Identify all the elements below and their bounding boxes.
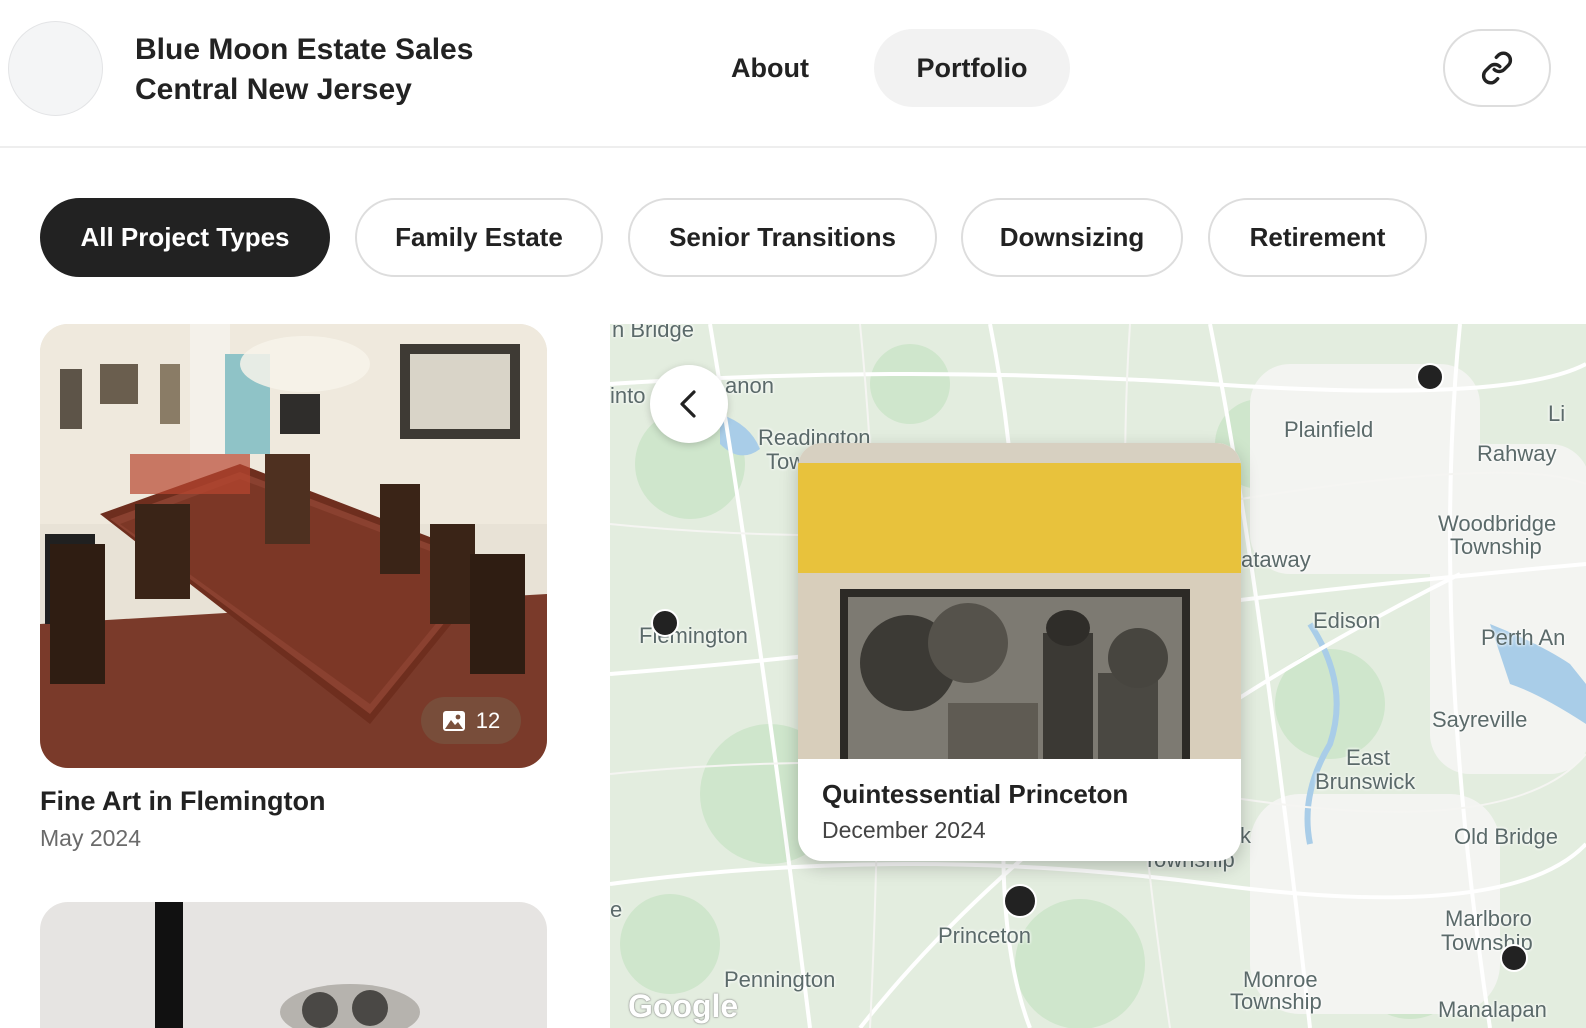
map-label: Sayreville xyxy=(1432,707,1528,732)
map-popup-card[interactable]: Quintessential Princeton December 2024 xyxy=(798,443,1241,861)
map-label: Woodbridge xyxy=(1438,511,1557,536)
photo-count-value: 12 xyxy=(475,707,501,733)
map-label: Perth An xyxy=(1481,625,1566,650)
filter-all-project-types[interactable]: All Project Types xyxy=(40,198,330,277)
site-header: Blue Moon Estate Sales Central New Jerse… xyxy=(0,0,1586,148)
map-label: East xyxy=(1346,745,1391,770)
map-label: Township xyxy=(1450,534,1542,559)
map-label: Marlboro xyxy=(1445,906,1532,931)
map-label: Rahway xyxy=(1477,441,1557,466)
brand-logo[interactable] xyxy=(8,21,103,116)
project-photo-2 xyxy=(40,902,547,1028)
brand-name-line1: Blue Moon Estate Sales xyxy=(135,33,474,66)
map-label: n Bridge xyxy=(612,324,694,342)
nav-about[interactable]: About xyxy=(704,29,836,107)
filter-retirement[interactable]: Retirement xyxy=(1208,198,1427,277)
filter-downsizing[interactable]: Downsizing xyxy=(961,198,1183,277)
filter-senior-transitions[interactable]: Senior Transitions xyxy=(628,198,937,277)
filter-family-estate[interactable]: Family Estate xyxy=(355,198,603,277)
project-card-title[interactable]: Fine Art in Flemington xyxy=(40,786,325,817)
map-label: Li xyxy=(1548,401,1566,426)
map-label: Pennington xyxy=(724,967,836,992)
google-logo: Google xyxy=(628,988,739,1024)
map-pin-selected[interactable] xyxy=(1003,884,1037,918)
map-label: anon xyxy=(725,373,774,398)
map-label: into xyxy=(610,383,646,408)
map-label: ataway xyxy=(1241,547,1311,572)
map-pin[interactable] xyxy=(1416,363,1444,391)
image-icon xyxy=(442,710,465,731)
chevron-left-icon xyxy=(680,390,696,418)
nav-portfolio[interactable]: Portfolio xyxy=(874,29,1070,107)
map-label: Township xyxy=(1230,989,1322,1014)
share-link-button[interactable] xyxy=(1443,29,1551,107)
map-label: Brunswick xyxy=(1315,769,1416,794)
map-label: e xyxy=(610,897,623,922)
project-card-date: May 2024 xyxy=(40,825,142,851)
map-label: Edison xyxy=(1313,608,1381,633)
project-card-image[interactable]: 12 xyxy=(40,324,547,768)
map-label: Princeton xyxy=(938,923,1031,948)
map-label: Manalapan xyxy=(1438,997,1547,1022)
map-label: Plainfield xyxy=(1284,417,1374,442)
princeton-etching-photo xyxy=(798,443,1241,759)
map-back-button[interactable] xyxy=(650,365,728,443)
project-map[interactable]: n Bridge anon into Readington Tow Plainf… xyxy=(610,324,1586,1028)
map-label: Old Bridge xyxy=(1454,824,1558,849)
photo-count-badge: 12 xyxy=(421,697,521,744)
map-pin[interactable] xyxy=(1500,944,1528,972)
project-card-image-2[interactable] xyxy=(40,902,547,1028)
popup-title[interactable]: Quintessential Princeton xyxy=(822,779,1128,810)
link-icon xyxy=(1481,51,1513,85)
brand-name-line2: Central New Jersey xyxy=(135,73,412,106)
map-label: k xyxy=(1240,823,1251,848)
brand-name[interactable]: Blue Moon Estate Sales Central New Jerse… xyxy=(135,30,473,110)
map-pin[interactable] xyxy=(651,609,679,637)
popup-date: December 2024 xyxy=(822,817,986,843)
